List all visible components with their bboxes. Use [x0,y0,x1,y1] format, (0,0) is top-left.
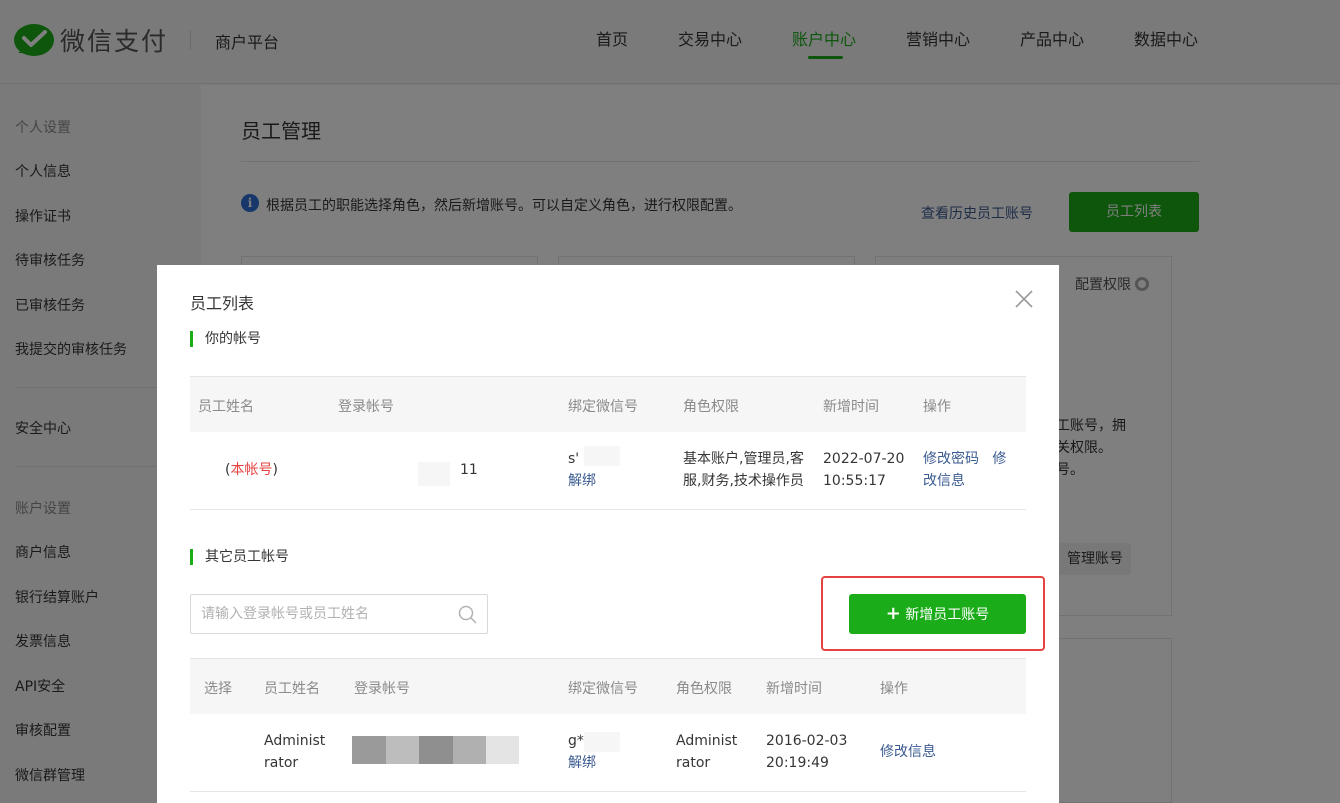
table-row: Administrator g* 解绑 Administrator 2016-0… [190,714,1026,792]
current-account-tag: 本帐号 [230,462,273,478]
created-date: 2022-07-20 [823,451,905,467]
close-icon[interactable] [1010,285,1038,313]
column-header: 新增时间 [766,681,822,697]
add-employee-label: 新增员工账号 [905,607,990,623]
bound-wechat-id: s' [568,451,580,467]
employee-name: (本帐号) [225,462,278,478]
column-header: 操作 [923,399,951,415]
column-header: 员工姓名 [264,681,320,697]
table-row: (本帐号) 11 s' 解绑 基本账户,管理员,客服,财务,技术操作员 2022… [190,432,1026,510]
column-header: 角色权限 [676,681,732,697]
add-employee-button[interactable]: + 新增员工账号 [849,594,1026,634]
column-header: 选择 [204,681,232,697]
masked-wechat-id [584,732,620,752]
employee-name: Administrator [264,733,326,771]
masked-login-account [352,736,386,764]
bound-wechat-id: g* [568,733,584,749]
masked-login-account [418,462,450,486]
masked-login-account [419,736,453,764]
modal-title: 员工列表 [190,294,255,313]
column-header: 新增时间 [823,399,879,415]
other-accounts-table-header: 选择 员工姓名 登录帐号 绑定微信号 角色权限 新增时间 操作 [190,658,1026,714]
actions-cell: 修改密码 修改信息 [923,448,1015,492]
masked-wechat-id [584,446,620,466]
role-permissions: 基本账户,管理员,客服,财务,技术操作员 [683,451,804,489]
your-account-heading: 你的帐号 [190,331,261,347]
masked-login-account [453,736,486,764]
column-header: 操作 [880,681,908,697]
search-icon[interactable] [458,605,478,625]
other-accounts-heading: 其它员工帐号 [190,549,289,565]
created-date: 2016-02-03 [766,733,848,749]
column-header: 员工姓名 [198,399,254,415]
change-password-link[interactable]: 修改密码 [923,451,979,467]
login-account: 11 [460,462,478,478]
edit-info-link[interactable]: 修改信息 [880,741,936,763]
search-input[interactable] [201,603,451,625]
created-time: 20:19:49 [766,755,829,771]
created-time: 10:55:17 [823,473,886,489]
column-header: 登录帐号 [354,681,410,697]
role-permissions: Administrator [676,733,738,771]
column-header: 绑定微信号 [568,399,638,415]
column-header: 角色权限 [683,399,739,415]
masked-login-account [386,736,419,764]
column-header: 绑定微信号 [568,681,638,697]
unbind-link[interactable]: 解绑 [568,470,596,492]
unbind-link[interactable]: 解绑 [568,752,596,774]
column-header: 登录帐号 [338,399,394,415]
plus-icon: + [885,603,901,624]
your-account-table-header: 员工姓名 登录帐号 绑定微信号 角色权限 新增时间 操作 [190,376,1026,432]
masked-login-account [486,736,519,764]
employee-search[interactable] [190,594,488,634]
employee-list-modal: 员工列表 你的帐号 员工姓名 登录帐号 绑定微信号 角色权限 新增时间 操作 (… [157,265,1059,803]
